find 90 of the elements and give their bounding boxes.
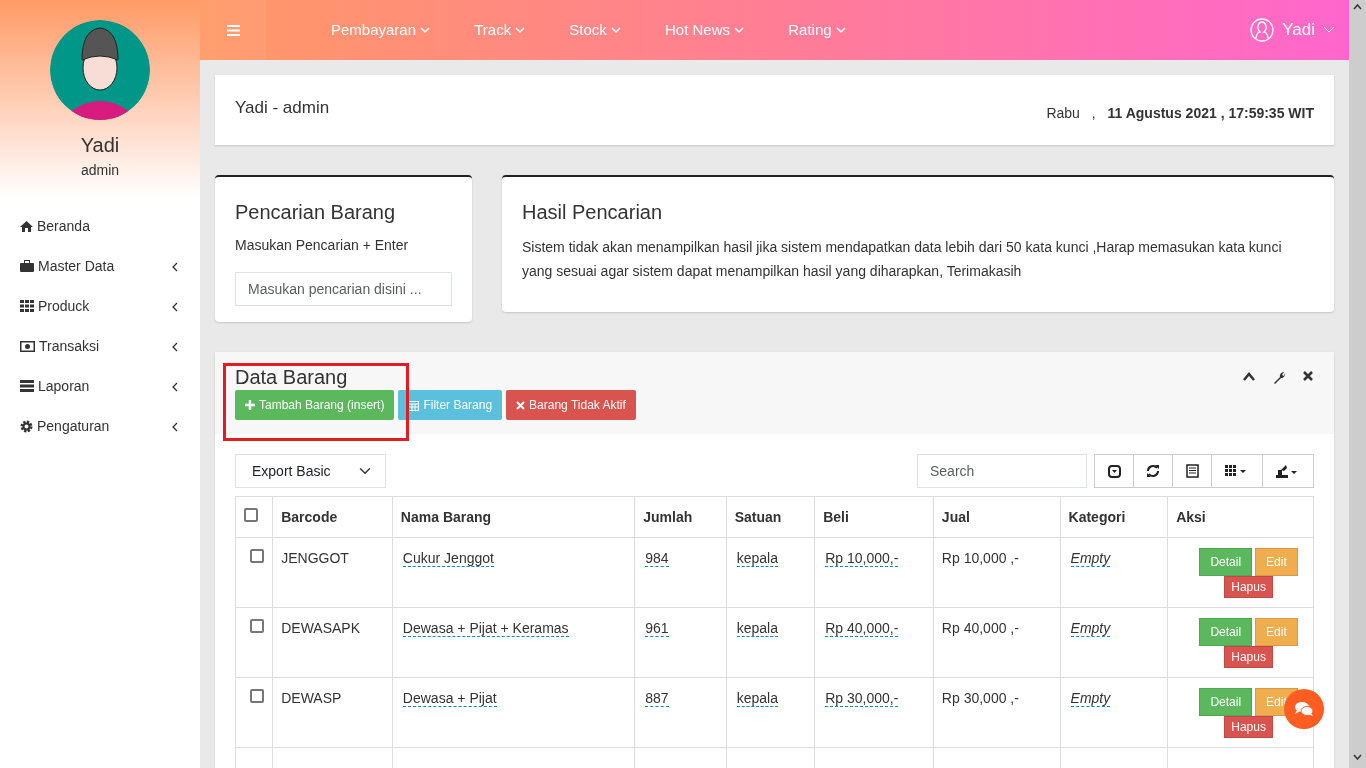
delete-button[interactable]: Hapus xyxy=(1224,646,1273,668)
menu-icon xyxy=(226,24,240,36)
sidebar-item[interactable]: Master Data xyxy=(0,246,200,286)
editable-value[interactable]: Cukur Jenggot xyxy=(402,550,494,567)
day-label: Rabu xyxy=(1046,105,1080,121)
home-icon xyxy=(20,220,33,232)
grid-caret-icon xyxy=(1225,465,1249,477)
sidebar-item[interactable]: Beranda xyxy=(0,206,200,246)
export-select[interactable]: Export Basic xyxy=(235,454,386,488)
scroll-down-icon[interactable] xyxy=(1353,754,1362,760)
card-title: Pencarian Barang xyxy=(235,200,397,225)
editable-value[interactable]: Empty xyxy=(1070,690,1111,707)
page-title: Yadi - admin xyxy=(235,97,330,119)
column-header: Jumlah xyxy=(634,496,727,538)
export-caret-icon xyxy=(1276,464,1300,478)
column-header: Nama Barang xyxy=(392,496,635,538)
scrollbar[interactable] xyxy=(1349,0,1366,768)
chevron-down-icon xyxy=(515,27,526,35)
refresh-button[interactable] xyxy=(1133,454,1173,488)
tasks-icon xyxy=(20,380,34,392)
money-icon xyxy=(20,340,35,352)
chat-icon xyxy=(1294,701,1314,717)
result-message: Sistem tidak akan menampilkan hasil jika sistem mendapatkan data lebih dari 50 kata kunci ,Harap memasukan kata kunci yang sesuai agar sistem dapat menampilkan hasil yang diharapkan, Terimakasih xyxy=(522,238,1283,281)
search-hint: Masukan Pencarian + Enter xyxy=(235,236,410,255)
delete-button[interactable]: Hapus xyxy=(1224,716,1273,738)
grid-icon xyxy=(20,300,34,312)
close-icon[interactable] xyxy=(1302,370,1314,382)
card-title: Hasil Pencarian xyxy=(522,200,664,225)
plus-icon xyxy=(245,400,255,410)
editable-value[interactable]: 961 xyxy=(645,620,669,637)
chevron-down-icon xyxy=(1323,26,1335,34)
panel-title: Data Barang xyxy=(235,366,348,388)
sidebar-item[interactable]: Pengaturan xyxy=(0,406,200,446)
editable-value[interactable]: 984 xyxy=(645,550,669,567)
search-field[interactable]: Search xyxy=(917,454,1087,488)
table-cell: Rp 30,000 ,- xyxy=(941,690,1019,706)
scroll-up-icon[interactable] xyxy=(1353,4,1362,10)
editable-value[interactable]: Empty xyxy=(1070,550,1111,567)
sidebar-item[interactable]: Laporan xyxy=(0,366,200,406)
table-cell: Rp 10,000 ,- xyxy=(941,550,1019,566)
list-view-button[interactable] xyxy=(1172,454,1212,488)
refresh-icon xyxy=(1146,464,1160,478)
toggle-icon xyxy=(1107,464,1121,478)
select-all-checkbox[interactable] xyxy=(244,507,258,522)
table-cell: JENGGOT xyxy=(281,550,349,566)
export-button[interactable] xyxy=(1262,454,1314,488)
collapse-icon[interactable] xyxy=(1242,370,1256,382)
chevron-down-icon xyxy=(835,27,846,35)
table-cell: Rp 40,000 ,- xyxy=(941,620,1019,636)
columns-button[interactable] xyxy=(1211,454,1263,488)
editable-value[interactable]: Rp 40,000,- xyxy=(825,620,899,637)
editable-value[interactable]: Empty xyxy=(1070,620,1111,637)
settings-icon xyxy=(20,419,33,433)
calendar-icon xyxy=(408,399,420,411)
chevron-down-icon xyxy=(734,27,745,35)
user-role: admin xyxy=(80,161,120,180)
row-checkbox[interactable] xyxy=(250,689,264,703)
sidebar-item[interactable]: Produck xyxy=(0,286,200,326)
briefcase-icon xyxy=(20,260,34,272)
chevron-down-icon xyxy=(420,27,431,35)
editable-value[interactable]: Dewasa + Pijat xyxy=(402,690,497,707)
date-time: 11 Agustus 2021 , 17:59:35 WIT xyxy=(1107,105,1314,121)
toggle-button[interactable] xyxy=(1094,454,1134,488)
sidebar-item[interactable]: Transaksi xyxy=(0,326,200,366)
close-icon xyxy=(516,400,526,410)
table-cell: DEWASP xyxy=(281,690,342,706)
delete-button[interactable]: Hapus xyxy=(1224,576,1273,598)
column-header: Beli xyxy=(814,496,934,538)
table-cell: DEWASAPK xyxy=(281,620,361,636)
separator: , xyxy=(1091,105,1096,121)
editable-value[interactable]: 887 xyxy=(645,690,669,707)
column-header: Kategori xyxy=(1060,496,1168,538)
column-header: Barcode xyxy=(272,496,393,538)
editable-value[interactable]: Dewasa + Pijat + Keramas xyxy=(402,620,569,637)
row-checkbox[interactable] xyxy=(250,549,264,563)
list-icon xyxy=(1185,464,1199,478)
chevron-down-icon xyxy=(611,27,622,35)
editable-value[interactable]: Rp 10,000,- xyxy=(825,550,899,567)
wrench-icon[interactable] xyxy=(1272,370,1286,384)
editable-value[interactable]: kepala xyxy=(736,690,778,707)
editable-value[interactable]: Rp 30,000,- xyxy=(825,690,899,707)
column-header: Jual xyxy=(933,496,1061,538)
column-header: Satuan xyxy=(726,496,815,538)
editable-value[interactable]: kepala xyxy=(736,620,778,637)
user-name: Yadi xyxy=(80,133,120,158)
column-header: Aksi xyxy=(1167,496,1314,538)
row-checkbox[interactable] xyxy=(250,619,264,633)
editable-value[interactable]: kepala xyxy=(736,550,778,567)
search-field[interactable]: Masukan pencarian disini ... xyxy=(235,272,452,306)
user-icon xyxy=(1250,18,1275,42)
